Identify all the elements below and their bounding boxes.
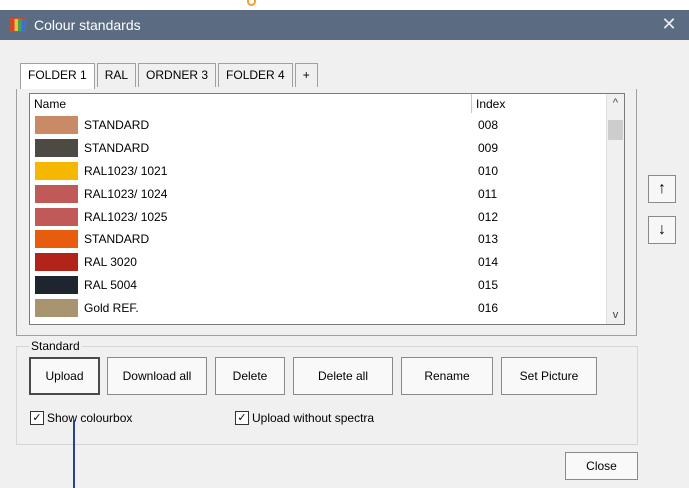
table-row[interactable]: STANDARD 009	[30, 137, 607, 160]
upload-button[interactable]: Upload	[29, 357, 100, 395]
checkbox-label: Upload without spectra	[252, 411, 375, 425]
row-index: 008	[478, 118, 499, 133]
close-button[interactable]: Close	[565, 452, 638, 480]
table-row[interactable]: Gold REF. 016	[30, 296, 607, 319]
colour-swatch	[35, 253, 78, 272]
checkbox-box[interactable]: ✓	[235, 411, 249, 425]
group-label-standard: Standard	[29, 339, 82, 353]
title-bar: Colour standards ✕	[0, 10, 689, 40]
tab-folder-4[interactable]: FOLDER 4	[218, 63, 293, 87]
table-row[interactable]: STANDARD 008	[30, 114, 607, 137]
row-name: Gold REF.	[84, 300, 139, 315]
row-index: 015	[478, 277, 499, 292]
row-name: STANDARD	[84, 232, 150, 247]
upload-without-spectra-checkbox[interactable]: ✓ Upload without spectra	[235, 411, 374, 425]
orange-mark	[247, 0, 256, 6]
row-name: STANDARD	[84, 118, 150, 133]
top-strip	[0, 0, 689, 10]
row-index: 013	[478, 232, 499, 247]
arrow-down-icon: ↓	[658, 221, 666, 238]
column-header-name[interactable]: Name	[30, 94, 472, 113]
set-picture-button[interactable]: Set Picture	[501, 357, 597, 395]
colour-swatch	[35, 298, 78, 317]
colour-swatch	[35, 116, 78, 135]
table-row[interactable]: RAL1023/ 1024 011	[30, 182, 607, 205]
tab-add[interactable]: +	[294, 63, 318, 87]
delete-all-button[interactable]: Delete all	[293, 357, 393, 395]
table-row[interactable]: STANDARD 013	[30, 228, 607, 251]
colour-swatch	[35, 184, 78, 203]
chevron-down-icon[interactable]: v	[607, 306, 624, 324]
table-row[interactable]: RAL1023/ 1021 010	[30, 160, 607, 183]
tab-ral[interactable]: RAL	[96, 63, 137, 87]
window-title: Colour standards	[34, 17, 141, 33]
colour-list[interactable]: Name Index STANDARD 008 STANDARD 009 RAL…	[29, 93, 625, 325]
arrow-up-icon: ↑	[658, 180, 666, 197]
colour-swatch	[35, 207, 78, 226]
row-index: 010	[478, 163, 499, 178]
colour-swatch	[35, 161, 78, 180]
checkbox-label: Show colourbox	[47, 411, 133, 425]
list-rows: STANDARD 008 STANDARD 009 RAL1023/ 1021 …	[30, 114, 607, 319]
list-header: Name Index	[30, 94, 607, 113]
table-row[interactable]: RAL 3020 014	[30, 251, 607, 274]
colour-swatch	[35, 275, 78, 294]
tab-ordner-3[interactable]: ORDNER 3	[138, 63, 217, 87]
column-header-index[interactable]: Index	[472, 94, 607, 113]
vertical-scrollbar[interactable]: ^ v	[606, 94, 624, 324]
tab-folder-1[interactable]: FOLDER 1	[20, 63, 95, 89]
folder-tabs: FOLDER 1 RAL ORDNER 3 FOLDER 4 +	[20, 63, 320, 89]
row-name: RAL 3020	[84, 255, 137, 270]
row-name: RAL 5004	[84, 277, 137, 292]
row-index: 009	[478, 141, 499, 156]
row-index: 016	[478, 300, 499, 315]
scrollbar-thumb[interactable]	[608, 120, 623, 140]
chevron-up-icon[interactable]: ^	[607, 94, 624, 112]
row-name: RAL1023/ 1025	[84, 209, 168, 224]
move-up-button[interactable]: ↑	[648, 175, 676, 203]
row-name: RAL1023/ 1021	[84, 163, 168, 178]
checkbox-box[interactable]: ✓	[30, 411, 44, 425]
download-all-button[interactable]: Download all	[107, 357, 207, 395]
delete-button[interactable]: Delete	[215, 357, 285, 395]
table-row[interactable]: RAL 5004 015	[30, 274, 607, 297]
row-index: 012	[478, 209, 499, 224]
row-index: 014	[478, 255, 499, 270]
colour-swatch	[35, 139, 78, 158]
row-name: STANDARD	[84, 141, 150, 156]
row-name: RAL1023/ 1024	[84, 186, 168, 201]
rename-button[interactable]: Rename	[401, 357, 493, 395]
colour-swatch	[35, 230, 78, 249]
table-row[interactable]: RAL1023/ 1025 012	[30, 205, 607, 228]
palette-icon	[10, 18, 26, 32]
row-index: 011	[478, 186, 498, 201]
move-down-button[interactable]: ↓	[648, 216, 676, 244]
pointer-line	[73, 420, 75, 488]
show-colourbox-checkbox[interactable]: ✓ Show colourbox	[30, 411, 132, 425]
close-icon[interactable]: ✕	[659, 14, 679, 36]
